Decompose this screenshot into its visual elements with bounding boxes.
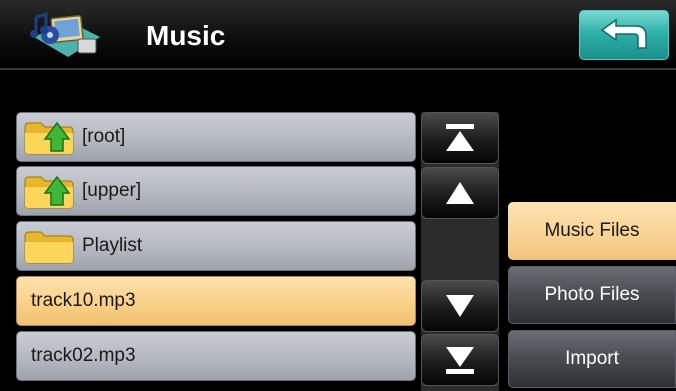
list-item-root[interactable]: [root] xyxy=(16,112,416,162)
scroll-bottom-icon xyxy=(446,347,474,374)
list-item-label: [upper] xyxy=(82,180,142,201)
folder-icon xyxy=(24,231,74,264)
scroll-bottom-button[interactable] xyxy=(421,334,499,386)
music-files-button[interactable]: Music Files xyxy=(508,202,676,260)
folder-up-icon xyxy=(24,175,74,209)
media-icon xyxy=(30,11,100,57)
list-item-label: [root] xyxy=(82,126,126,147)
list-item-label: track02.mp3 xyxy=(31,345,136,366)
import-button[interactable]: Import xyxy=(508,330,676,388)
scroll-down-button[interactable] xyxy=(421,280,499,332)
list-item-track02[interactable]: track02.mp3 xyxy=(16,331,416,381)
scroll-top-button[interactable] xyxy=(421,112,499,164)
back-button[interactable] xyxy=(579,10,669,60)
list-item-track10[interactable]: track10.mp3 xyxy=(16,276,416,326)
scroll-up-icon xyxy=(446,182,474,204)
list-item-upper[interactable]: [upper] xyxy=(16,166,416,216)
scroll-down-icon xyxy=(446,295,474,317)
back-arrow-icon xyxy=(600,18,647,49)
list-item-playlist[interactable]: Playlist xyxy=(16,221,416,271)
title-bar: Music xyxy=(0,0,676,70)
scroll-up-button[interactable] xyxy=(421,167,499,219)
folder-up-icon xyxy=(24,121,74,155)
page-title: Music xyxy=(146,20,226,51)
list-item-label: Playlist xyxy=(82,235,143,256)
scroll-top-icon xyxy=(446,124,474,151)
list-item-label: track10.mp3 xyxy=(31,290,136,311)
photo-files-button[interactable]: Photo Files xyxy=(508,266,676,324)
